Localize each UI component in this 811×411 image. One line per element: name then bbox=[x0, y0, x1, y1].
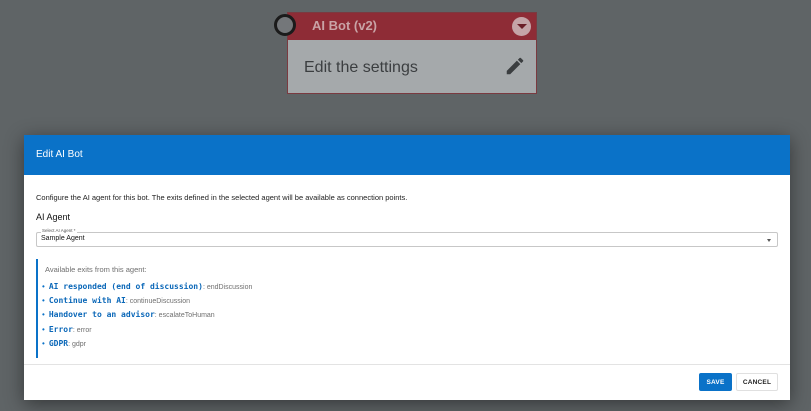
exit-id: : error bbox=[72, 327, 92, 334]
exit-name: GDPR bbox=[48, 339, 69, 348]
exit-id: : endDiscussion bbox=[202, 284, 253, 291]
exit-name: Error bbox=[48, 325, 73, 334]
exit-id: : escalateToHuman bbox=[154, 312, 215, 319]
list-item: • Handover to an advisor: escalateToHuman bbox=[42, 310, 215, 322]
exit-name: Handover to an advisor bbox=[48, 310, 155, 319]
node-title: AI Bot (v2) bbox=[312, 18, 377, 33]
select-label: Select AI Agent * bbox=[41, 228, 77, 233]
bullet-icon: • bbox=[42, 296, 45, 305]
dropdown-arrow-icon[interactable] bbox=[767, 239, 771, 242]
pencil-icon[interactable] bbox=[504, 55, 526, 77]
exit-name: AI responded (end of discussion) bbox=[48, 282, 203, 291]
list-item: • Continue with AI: continueDiscussion bbox=[42, 296, 190, 308]
cancel-button[interactable]: CANCEL bbox=[736, 373, 778, 391]
edit-ai-bot-dialog: Edit AI Bot Configure the AI agent for t… bbox=[24, 135, 790, 400]
exits-intro: Available exits from this agent: bbox=[45, 265, 147, 274]
dialog-description: Configure the AI agent for this bot. The… bbox=[36, 193, 408, 202]
select-value: Sample Agent bbox=[41, 235, 85, 242]
list-item: • Error: error bbox=[42, 325, 92, 337]
bullet-icon: • bbox=[42, 339, 45, 348]
ai-agent-heading: AI Agent bbox=[36, 212, 71, 222]
exit-id: : gdpr bbox=[68, 341, 86, 348]
dialog-title: Edit AI Bot bbox=[36, 149, 83, 160]
bullet-icon: • bbox=[42, 282, 45, 291]
exits-panel: Available exits from this agent: • AI res… bbox=[36, 259, 252, 358]
list-item: • AI responded (end of discussion): endDi… bbox=[42, 282, 252, 294]
chevron-down-icon[interactable] bbox=[512, 17, 531, 36]
flow-node-card[interactable]: AI Bot (v2) Edit the settings bbox=[287, 12, 537, 94]
bullet-icon: • bbox=[42, 325, 45, 334]
dialog-header: Edit AI Bot bbox=[24, 135, 790, 175]
save-button[interactable]: SAVE bbox=[699, 373, 732, 391]
node-body-text: Edit the settings bbox=[304, 59, 418, 76]
ai-agent-select[interactable]: Select AI Agent * Sample Agent bbox=[36, 228, 778, 247]
dialog-divider bbox=[24, 364, 790, 365]
node-header: AI Bot (v2) bbox=[288, 13, 536, 40]
bullet-icon: • bbox=[42, 310, 45, 319]
list-item: • GDPR: gdpr bbox=[42, 339, 86, 351]
exit-id: : continueDiscussion bbox=[125, 298, 191, 305]
node-input-connector[interactable] bbox=[274, 14, 296, 36]
exit-name: Continue with AI bbox=[48, 296, 126, 305]
